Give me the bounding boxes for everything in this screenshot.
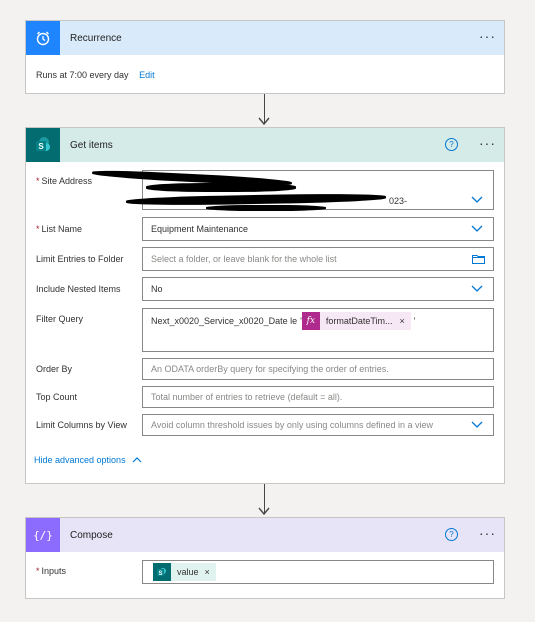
filter-query-text: Next_x0020_Service_x0020_Date le (151, 316, 298, 326)
compose-title: Compose (70, 529, 113, 541)
recurrence-card: Recurrence ··· Runs at 7:00 every day Ed… (25, 20, 505, 94)
limit-folder-label: Limit Entries to Folder (36, 254, 124, 264)
get-items-title: Get items (70, 139, 113, 151)
compose-card: {/} Compose ? ··· * Inputs S value × (25, 517, 505, 599)
top-count-placeholder: Total number of entries to retrieve (def… (151, 392, 343, 402)
token-remove-button[interactable]: × (400, 316, 405, 326)
hide-advanced-options-label: Hide advanced options (34, 455, 126, 465)
filter-quote-close: ' (413, 316, 416, 326)
folder-icon[interactable] (472, 254, 485, 264)
limit-columns-label: Limit Columns by View (36, 420, 127, 430)
sharepoint-icon: S (153, 563, 171, 581)
alarm-clock-icon (26, 21, 60, 55)
value-token[interactable]: S value × (153, 563, 216, 581)
formatdatetime-token-label: formatDateTim... (325, 316, 393, 326)
filter-query-label: Filter Query (36, 314, 84, 324)
nested-items-value: No (151, 284, 163, 294)
limit-columns-dropdown[interactable]: Avoid column threshold issues by only us… (142, 414, 494, 436)
hide-advanced-options-link[interactable]: Hide advanced options (34, 455, 142, 465)
list-name-dropdown[interactable]: Equipment Maintenance (142, 217, 494, 241)
recurrence-header[interactable]: Recurrence ··· (26, 21, 504, 55)
compose-more-button[interactable]: ··· (479, 526, 496, 540)
compose-header[interactable]: {/} Compose ? ··· (26, 518, 504, 552)
token-remove-button[interactable]: × (205, 567, 210, 577)
limit-columns-placeholder: Avoid column threshold issues by only us… (151, 420, 433, 430)
nested-items-label: Include Nested Items (36, 284, 121, 294)
sharepoint-icon: S (26, 128, 60, 162)
site-address-label: * Site Address (36, 176, 93, 186)
order-by-input[interactable]: An ODATA orderBy query for specifying th… (142, 358, 494, 380)
chevron-down-icon[interactable] (471, 225, 483, 232)
value-token-label: value (177, 567, 199, 577)
chevron-down-icon[interactable] (471, 196, 483, 203)
nested-items-dropdown[interactable]: No (142, 277, 494, 301)
get-items-help-icon[interactable]: ? (445, 138, 458, 151)
inputs-field[interactable]: S value × (142, 560, 494, 584)
limit-folder-placeholder: Select a folder, or leave blank for the … (151, 254, 337, 264)
top-count-input[interactable]: Total number of entries to retrieve (def… (142, 386, 494, 408)
top-count-label: Top Count (36, 392, 78, 402)
connector-arrow-icon (258, 117, 270, 126)
recurrence-summary: Runs at 7:00 every day (36, 70, 129, 80)
redaction-mark (206, 205, 326, 211)
recurrence-more-button[interactable]: ··· (479, 29, 496, 43)
order-by-placeholder: An ODATA orderBy query for specifying th… (151, 364, 389, 374)
get-items-more-button[interactable]: ··· (479, 136, 496, 150)
function-fx-icon: fx (301, 312, 320, 330)
site-address-value: 023- (389, 196, 408, 206)
order-by-label: Order By (36, 364, 73, 374)
get-items-card: S Get items ? ··· * Site Address 023- * Li… (25, 127, 505, 484)
chevron-up-icon (132, 457, 142, 463)
svg-text:S: S (158, 571, 162, 577)
list-name-label: * List Name (36, 224, 83, 234)
formatdatetime-token[interactable]: fx formatDateTim... × (301, 312, 411, 330)
limit-folder-input[interactable]: Select a folder, or leave blank for the … (142, 247, 494, 271)
svg-text:{/}: {/} (33, 529, 53, 542)
svg-text:S: S (38, 142, 44, 151)
list-name-value: Equipment Maintenance (151, 224, 249, 234)
curly-braces-icon: {/} (26, 518, 60, 552)
get-items-header[interactable]: S Get items ? ··· (26, 128, 504, 162)
chevron-down-icon[interactable] (471, 421, 483, 428)
filter-query-input[interactable]: Next_x0020_Service_x0020_Date le ' fx fo… (142, 308, 494, 352)
redaction-mark (146, 183, 296, 192)
recurrence-edit-link[interactable]: Edit (139, 70, 155, 80)
inputs-label: * Inputs (36, 566, 67, 576)
recurrence-title: Recurrence (70, 32, 122, 44)
chevron-down-icon[interactable] (471, 285, 483, 292)
connector-arrow-icon (258, 507, 270, 516)
compose-help-icon[interactable]: ? (445, 528, 458, 541)
